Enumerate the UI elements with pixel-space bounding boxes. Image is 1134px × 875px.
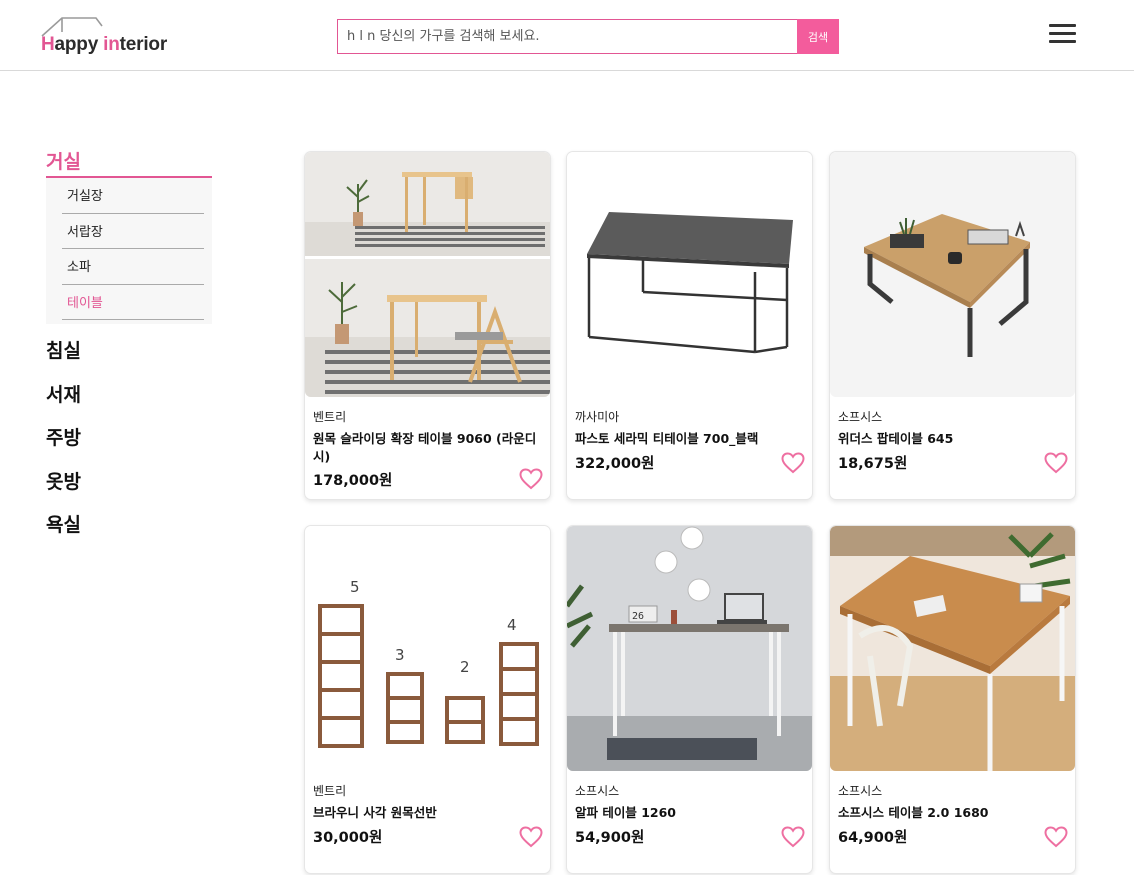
category-living-room[interactable]: 거실 — [46, 148, 212, 178]
heart-outline-icon[interactable] — [1044, 826, 1068, 848]
logo-word-appy: appy — [54, 34, 104, 55]
category-item[interactable]: 침실 — [46, 330, 216, 374]
product-card[interactable]: 까사미아 파스토 세라믹 티테이블 700_블랙 322,000원 — [566, 151, 813, 500]
product-card[interactable]: 벤트리 원목 슬라이딩 확장 테이블 9060 (라운디시) 178,000원 — [304, 151, 551, 500]
shelf-number-label: 3 — [395, 646, 405, 664]
product-title[interactable]: 알파 테이블 1260 — [575, 804, 803, 822]
calendar-digits: 26 — [632, 611, 644, 622]
logo-letter-h: H — [41, 34, 55, 55]
category-list: 침실 서재 주방 옷방 욕실 — [46, 330, 216, 548]
product-brand: 까사미아 — [575, 410, 620, 424]
product-price: 64,900원 — [838, 830, 908, 846]
category-item[interactable]: 주방 — [46, 417, 216, 461]
category-sidebar: 거실 거실장 서랍장 소파 테이블 침실 서재 주방 옷방 욕실 — [46, 148, 216, 548]
product-price: 322,000원 — [575, 456, 655, 472]
product-image[interactable] — [830, 526, 1075, 771]
product-image[interactable]: 5 3 2 4 — [305, 526, 550, 771]
product-image[interactable] — [567, 152, 812, 397]
heart-outline-icon[interactable] — [781, 452, 805, 474]
product-title[interactable]: 위더스 팝테이블 645 — [838, 430, 1066, 448]
shelf-number-label: 5 — [350, 578, 360, 596]
category-item[interactable]: 옷방 — [46, 461, 216, 505]
shelf-number-label: 4 — [507, 616, 517, 634]
product-image[interactable]: 26 — [567, 526, 812, 771]
product-card[interactable]: 5 3 2 4 벤트리 브라우니 사각 원목선반 30,000원 — [304, 525, 551, 874]
shelf-number-label: 2 — [460, 658, 470, 676]
site-header: Happy interior 검색 — [0, 0, 1134, 71]
category-item[interactable]: 서재 — [46, 374, 216, 418]
product-card[interactable]: 26 소프시스 알파 테이블 1260 54,900원 — [566, 525, 813, 874]
heart-outline-icon[interactable] — [1044, 452, 1068, 474]
product-price: 18,675원 — [838, 456, 908, 472]
category-item[interactable]: 욕실 — [46, 504, 216, 548]
product-brand: 소프시스 — [838, 784, 883, 798]
search-input[interactable] — [337, 19, 798, 54]
product-brand: 소프시스 — [575, 784, 620, 798]
product-brand: 벤트리 — [313, 410, 347, 424]
heart-outline-icon[interactable] — [519, 468, 543, 490]
subcategory-list: 거실장 서랍장 소파 테이블 — [46, 178, 212, 324]
logo-word-terior: terior — [119, 34, 168, 55]
product-price: 178,000원 — [313, 473, 393, 489]
heart-outline-icon[interactable] — [781, 826, 805, 848]
search-bar: 검색 — [337, 19, 839, 54]
product-title[interactable]: 소프시스 테이블 2.0 1680 — [838, 804, 1066, 822]
logo[interactable]: Happy interior — [40, 16, 172, 56]
product-title[interactable]: 브라우니 사각 원목선반 — [313, 804, 541, 822]
heart-outline-icon[interactable] — [519, 826, 543, 848]
product-card[interactable]: 소프시스 소프시스 테이블 2.0 1680 64,900원 — [829, 525, 1076, 874]
logo-word-in: in — [103, 34, 120, 55]
product-image[interactable] — [305, 152, 550, 397]
hamburger-menu-icon[interactable] — [1049, 23, 1077, 45]
subcategory-item[interactable]: 거실장 — [62, 178, 204, 214]
product-price: 54,900원 — [575, 830, 645, 846]
product-image[interactable] — [830, 152, 1075, 397]
category-label-active[interactable]: 거실 — [46, 148, 212, 176]
search-button[interactable]: 검색 — [797, 19, 839, 54]
product-title[interactable]: 원목 슬라이딩 확장 테이블 9060 (라운디시) — [313, 430, 541, 466]
product-brand: 소프시스 — [838, 410, 883, 424]
product-price: 30,000원 — [313, 830, 383, 846]
product-title[interactable]: 파스토 세라믹 티테이블 700_블랙 — [575, 430, 803, 448]
subcategory-item[interactable]: 소파 — [62, 249, 204, 285]
product-card[interactable]: 소프시스 위더스 팝테이블 645 18,675원 — [829, 151, 1076, 500]
subcategory-item-active[interactable]: 테이블 — [62, 285, 204, 320]
subcategory-item[interactable]: 서랍장 — [62, 214, 204, 249]
logo-text: Happy interior — [41, 34, 167, 56]
product-brand: 벤트리 — [313, 784, 347, 798]
active-underline — [46, 176, 212, 178]
